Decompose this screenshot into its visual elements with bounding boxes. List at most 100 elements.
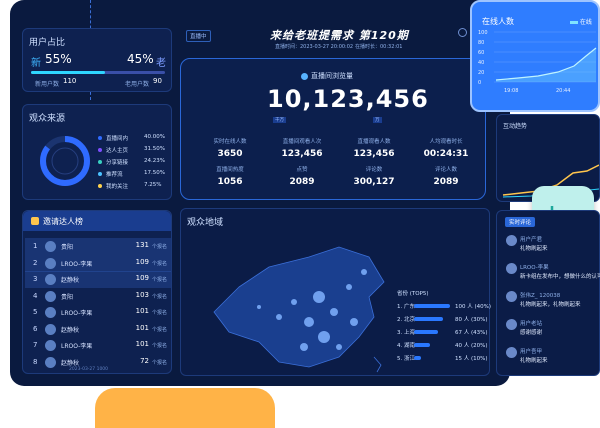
x-tick-label: 20:44 xyxy=(556,88,570,94)
old-user-pct: 45% xyxy=(127,52,154,66)
province-label: 4. 湖南 xyxy=(397,343,415,349)
stat-label: 评论数 xyxy=(365,167,383,173)
province-top-title: 省份 (TOP5) xyxy=(397,291,429,297)
user-ratio-panel: 用户占比 新 55% 45% 老 新用户数 110 老用户数 90 xyxy=(22,28,172,92)
rank-unit: 个报名 xyxy=(151,260,167,267)
y-tick-label: 40 xyxy=(478,60,484,66)
views-unit-right: 万 xyxy=(373,117,382,123)
online-area xyxy=(496,48,596,82)
stat-label: 点赞 xyxy=(296,167,308,173)
rank-name: LROO-李果 xyxy=(61,260,93,268)
live-duration: 在播时长：00:32:01 xyxy=(355,44,403,50)
views-icon xyxy=(301,72,308,80)
source-label: 达人主页 xyxy=(106,148,129,154)
ranking-title: 邀请达人榜 xyxy=(43,217,83,226)
audience-source-item: 我的关注 7.25% xyxy=(98,182,168,192)
new-user-count-label: 新用户数 xyxy=(35,81,60,88)
rank-unit: 个报名 xyxy=(151,277,167,283)
rank-name: 贵阳 xyxy=(61,244,74,251)
stat-value: 3650 xyxy=(217,149,243,159)
new-user-pct: 55% xyxy=(45,52,72,66)
old-user-count-label: 老用户数 xyxy=(125,81,150,88)
ranking-row[interactable]: 4 贵阳 103 个报名 xyxy=(25,288,171,305)
rank-number: 4 xyxy=(33,291,38,300)
legend-dot xyxy=(98,136,102,140)
rank-unit: 个报名 xyxy=(151,310,167,316)
comments-title: 实时评论 xyxy=(505,217,536,227)
rank-unit: 个报名 xyxy=(151,293,167,300)
rank-number: 5 xyxy=(33,308,38,316)
province-bar xyxy=(414,304,450,308)
comment-text: 礼物刷起来 xyxy=(520,358,548,364)
comment-text: 新卡组在发布中，想做什么的认可 xyxy=(520,274,600,280)
province-row: 5. 浙江 15 人 (10%) xyxy=(397,354,507,364)
audience-source-item: 推荐流 17.50% xyxy=(98,170,168,180)
rank-name: 赵静秋 xyxy=(61,359,80,367)
province-bar xyxy=(414,330,439,334)
comment-user: LROO-李果 xyxy=(520,265,549,271)
stat-item: 人均观看时长 00:24:31 xyxy=(411,137,481,159)
rank-name: LROO-李果 xyxy=(61,343,93,350)
settings-icon[interactable] xyxy=(458,28,467,37)
province-label: 5. 浙江 xyxy=(397,356,415,362)
y-tick-label: 80 xyxy=(478,40,484,46)
user-ratio-title: 用户占比 xyxy=(29,38,66,48)
stat-item: 直播观看人数 123,456 xyxy=(339,137,409,159)
province-row: 3. 上海 67 人 (43%) xyxy=(397,328,507,338)
ranking-list: 1 贵阳 131 个报名 2 LROO-李果 109 个报名 3 赵静秋 109 个报名 4 贵阳 103 个… xyxy=(25,238,171,368)
stat-label: 直播间热度 xyxy=(216,167,244,173)
source-value: 7.25% xyxy=(144,182,162,188)
page-title: 来给老班提需求 第120期 xyxy=(270,29,409,42)
rank-number: 2 xyxy=(33,258,38,267)
china-map xyxy=(213,246,385,373)
source-label: 我的关注 xyxy=(106,184,129,190)
ranking-row[interactable]: 6 赵静秋 101 个报名 xyxy=(25,321,171,338)
interaction-title: 互动趋势 xyxy=(503,123,528,130)
legend-dot xyxy=(98,148,102,152)
province-label: 1. 广东 xyxy=(397,304,415,310)
user-ratio-bar xyxy=(31,71,165,74)
comment-text: 礼物刷起来，礼物刷起来 xyxy=(520,302,581,308)
comment-text: 感谢感谢 xyxy=(520,330,543,336)
avatar xyxy=(506,347,517,358)
ranking-row[interactable]: 7 LROO-李果 101 个报名 xyxy=(25,337,171,354)
rank-name: LROO-李果 xyxy=(61,310,93,317)
stat-value: 123,456 xyxy=(353,149,395,159)
source-value: 40.00% xyxy=(144,134,165,140)
rank-number: 8 xyxy=(33,357,38,366)
stat-item: 实时在线人数 3650 xyxy=(195,137,265,159)
rank-name: 赵静秋 xyxy=(61,277,80,284)
comment-user: 用户老站 xyxy=(520,321,543,327)
ranking-row[interactable]: 1 贵阳 131 个报名 xyxy=(25,238,171,255)
avatar xyxy=(45,340,56,351)
stat-item: 点赞 2089 xyxy=(267,165,337,187)
rank-value: 131 xyxy=(135,241,149,249)
views-total: 10,123,456 xyxy=(267,85,429,113)
province-row: 4. 湖南 40 人 (20%) xyxy=(397,341,507,351)
rank-value: 109 xyxy=(135,257,149,266)
new-user-count: 110 xyxy=(63,77,77,85)
avatar xyxy=(506,319,517,330)
source-label: 推荐流 xyxy=(106,172,123,178)
views-panel: 直播间浏览量 10,123,456 千万 万 实时在线人数 3650 直播间观看人次… xyxy=(180,58,486,200)
avatar xyxy=(506,263,517,274)
legend-dot xyxy=(98,160,102,164)
ranking-row[interactable]: 3 赵静秋 109 个报名 xyxy=(25,271,171,288)
new-user-label: 新 xyxy=(31,58,41,69)
y-tick-label: 60 xyxy=(478,50,484,56)
audience-source-item: 分享链接 24.23% xyxy=(98,158,168,168)
avatar xyxy=(506,291,517,302)
online-legend-swatch xyxy=(570,21,578,24)
stat-item: 直播间热度 1056 xyxy=(195,165,265,187)
rank-unit: 个报名 xyxy=(151,343,167,349)
views-label: 直播间浏览量 xyxy=(301,71,353,81)
stat-label: 人均观看时长 xyxy=(429,139,463,145)
ranking-row[interactable]: 2 LROO-李果 109 个报名 xyxy=(25,254,171,272)
rank-value: 101 xyxy=(135,340,149,348)
legend-dot xyxy=(98,172,102,176)
ranking-row[interactable]: 5 LROO-李果 101 个报名 xyxy=(25,304,171,321)
user-ratio-bar-fill xyxy=(31,71,105,74)
y-tick-label: 0 xyxy=(478,80,481,86)
source-label: 分享链接 xyxy=(106,160,129,166)
online-users-chart: 100 80 60 40 20 0 19:08 20:44 xyxy=(478,30,597,94)
